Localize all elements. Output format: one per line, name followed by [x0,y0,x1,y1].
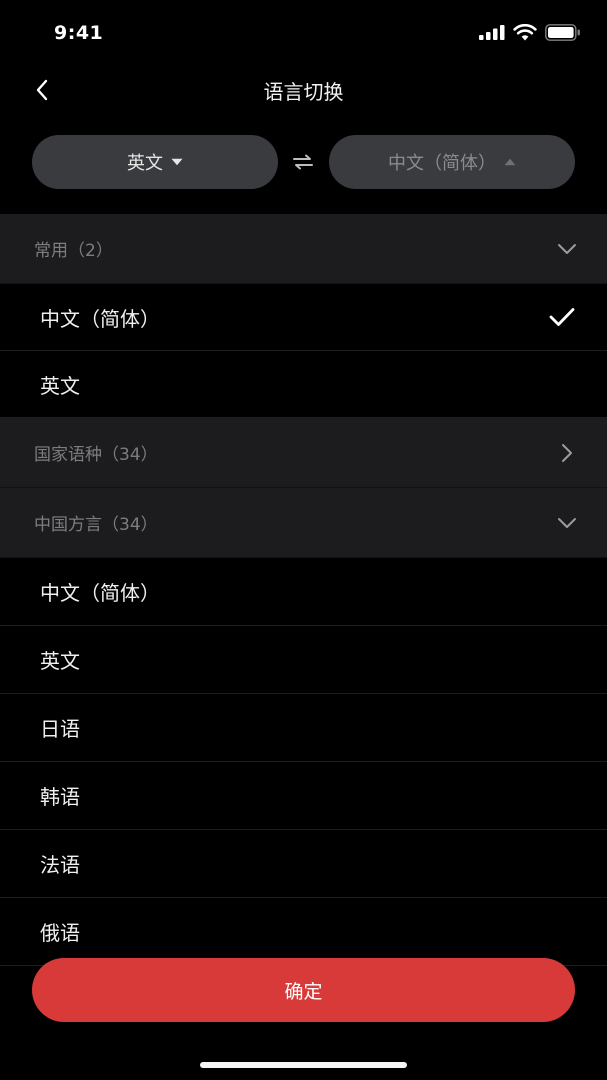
chevron-down-icon [558,243,576,254]
section-header-countries[interactable]: 国家语种（34） [0,418,607,488]
list-item[interactable]: 英文 [0,626,607,694]
cellular-signal-icon [479,25,505,40]
chevron-down-icon [558,517,576,528]
wifi-icon [513,23,537,40]
battery-icon [545,23,580,41]
target-language-dropdown[interactable]: 中文（简体） [329,135,575,189]
list-item-label: 中文（简体） [40,306,160,331]
list-item-label: 俄语 [40,921,80,945]
source-language-dropdown[interactable]: 英文 [32,135,278,189]
chevron-right-icon [562,443,572,462]
list-item-label: 英文 [40,373,80,398]
section-label: 中国方言（34） [34,515,158,535]
list-item[interactable]: 法语 [0,830,607,898]
status-bar: 9:41 [0,0,607,66]
list-item[interactable]: 中文（简体） [0,284,607,351]
section-header-dialects[interactable]: 中国方言（34） [0,488,607,558]
confirm-button[interactable]: 确定 [32,958,575,1022]
caret-up-icon [504,158,516,166]
target-language-label: 中文（简体） [388,153,496,174]
section-header-common[interactable]: 常用（2） [0,214,607,284]
section-toggle [555,441,579,465]
page-title: 语言切换 [263,80,344,104]
list-item[interactable]: 韩语 [0,762,607,830]
list-item[interactable]: 英文 [0,351,607,418]
list-item-label: 英文 [40,649,80,673]
nav-bar: 语言切换 [0,66,607,112]
selected-indicator [547,305,577,329]
checkmark-icon [549,308,575,326]
section-toggle [555,237,579,261]
language-list: 常用（2） 中文（简体） 英文 国家语种（34） 中国方言（34） 中文（简体）… [0,214,607,966]
status-icons [479,22,581,42]
list-item-label: 韩语 [40,785,80,809]
list-item-label: 法语 [40,853,80,877]
language-selector: 英文 中文（简体） [0,135,607,189]
dialect-list: 中文（简体） 英文 日语 韩语 法语 俄语 [0,558,607,966]
section-label: 国家语种（34） [34,445,158,465]
swap-arrows-icon [293,154,313,170]
list-item-label: 中文（简体） [40,581,160,605]
list-item[interactable]: 日语 [0,694,607,762]
home-indicator [200,1062,407,1068]
caret-down-icon [171,158,183,166]
source-language-label: 英文 [127,153,163,174]
list-item[interactable]: 中文（简体） [0,558,607,626]
section-label: 常用（2） [34,241,113,261]
status-time: 9:41 [54,22,104,44]
swap-languages-button[interactable] [288,148,318,176]
section-toggle [555,511,579,535]
list-item[interactable]: 俄语 [0,898,607,966]
list-item-label: 日语 [40,717,80,741]
